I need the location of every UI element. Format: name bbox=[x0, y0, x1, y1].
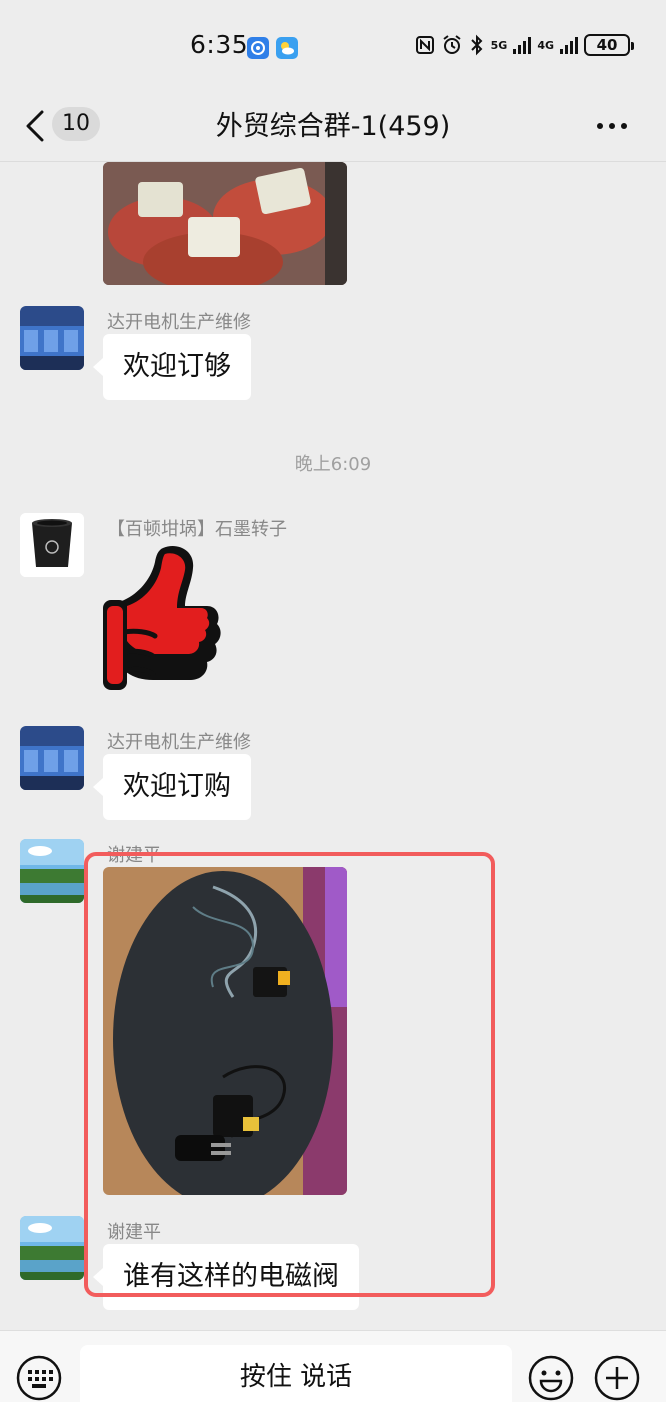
alarm-icon bbox=[443, 35, 461, 54]
network-5g-label: 5G bbox=[490, 38, 508, 52]
status-time: 6:35 bbox=[190, 30, 249, 59]
app-notification-icon bbox=[247, 37, 269, 59]
chat-title: 外贸综合群-1(459) bbox=[215, 111, 451, 142]
avatar[interactable] bbox=[20, 306, 84, 370]
battery-indicator: 40 bbox=[584, 34, 634, 56]
weather-icon bbox=[276, 37, 298, 59]
keyboard-icon[interactable] bbox=[16, 1355, 62, 1401]
message-bubble[interactable]: 欢迎订购 bbox=[93, 754, 251, 820]
hold-to-talk-button[interactable]: 按住 说话 bbox=[80, 1345, 512, 1402]
message-bubble[interactable]: 欢迎订够 bbox=[93, 334, 251, 400]
chat-header: 10 外贸综合群-1(459) bbox=[0, 90, 666, 162]
avatar[interactable] bbox=[20, 726, 84, 790]
sender-name: 【百顿坩埚】石墨转子 bbox=[107, 519, 287, 540]
bluetooth-icon bbox=[470, 34, 483, 56]
signal-4g-icon bbox=[560, 36, 578, 54]
signal-5g-icon bbox=[513, 36, 532, 54]
emoji-icon[interactable] bbox=[528, 1355, 574, 1401]
thumbs-up-sticker[interactable] bbox=[103, 540, 221, 702]
more-options-icon[interactable] bbox=[596, 122, 628, 130]
avatar[interactable] bbox=[20, 1216, 84, 1280]
motor-photo[interactable] bbox=[103, 162, 347, 285]
message-list[interactable]: 达开电机生产维修 欢迎订够 晚上6:09 【百顿坩埚】石墨转子 达开电机生产维修… bbox=[0, 162, 666, 1330]
avatar[interactable] bbox=[20, 513, 84, 577]
plus-icon[interactable] bbox=[594, 1355, 640, 1401]
sender-name: 达开电机生产维修 bbox=[107, 312, 251, 333]
network-4g-label: 4G bbox=[537, 38, 554, 52]
nfc-icon bbox=[415, 36, 434, 54]
highlight-annotation bbox=[84, 852, 495, 1297]
message-timestamp: 晚上6:09 bbox=[294, 454, 372, 475]
avatar[interactable] bbox=[20, 839, 84, 903]
status-indicators: 5G 4G 40 bbox=[415, 34, 634, 56]
sender-name: 达开电机生产维修 bbox=[107, 732, 251, 753]
input-bar: 按住 说话 bbox=[0, 1330, 666, 1402]
status-bar: 6:35 5G 4G 40 bbox=[0, 0, 666, 90]
